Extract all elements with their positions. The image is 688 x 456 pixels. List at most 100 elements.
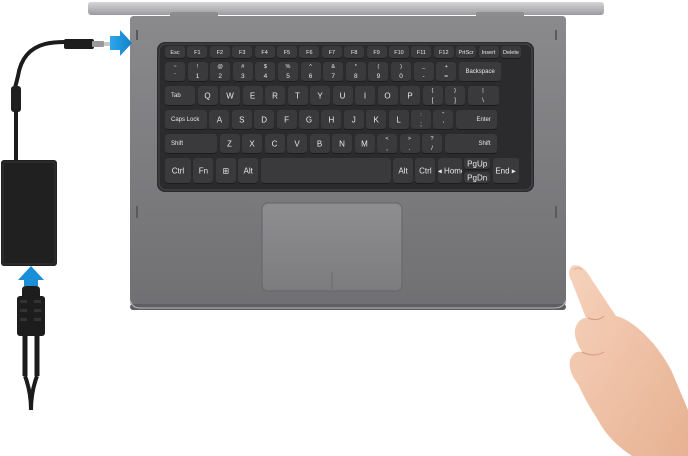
key-o-label: O <box>384 91 391 101</box>
key-symbol[interactable]: }] <box>445 86 465 106</box>
key-prtscr[interactable]: PrtScr <box>456 46 477 59</box>
key-symbol[interactable]: _ - <box>413 62 434 82</box>
key-f4[interactable]: F4 <box>254 46 275 59</box>
key-m[interactable]: M <box>354 134 375 154</box>
key-shift[interactable]: Shift <box>444 134 497 154</box>
key-1-shift-label: ! <box>196 64 199 70</box>
key-f12[interactable]: F12 <box>433 46 454 59</box>
key-symbol[interactable]: ~ ` <box>165 62 185 82</box>
key-symbol-shift-label: | <box>482 88 484 94</box>
key-u[interactable]: U <box>332 86 353 106</box>
key-5[interactable]: % 5 <box>278 62 298 82</box>
key-9-shift-label: ( <box>377 64 380 70</box>
key-symbol[interactable]: " ' <box>433 110 454 130</box>
key-ctrl[interactable]: Ctrl <box>165 158 191 184</box>
key-d-label: D <box>261 115 268 125</box>
key-1[interactable]: ! 1 <box>187 62 208 82</box>
key-caps-lock-label: Caps Lock <box>171 117 200 123</box>
key-n-label: N <box>339 139 345 149</box>
key-shift[interactable]: Shift <box>165 134 217 154</box>
key-8[interactable]: * 8 <box>345 62 366 82</box>
key-x[interactable]: X <box>242 134 262 154</box>
key-symbol[interactable]: ? / <box>422 134 442 154</box>
key-k[interactable]: K <box>366 110 387 130</box>
key-caps-lock[interactable]: Caps Lock <box>165 110 207 130</box>
key-s[interactable]: S <box>231 110 252 130</box>
key-esc[interactable]: Esc <box>165 46 185 59</box>
power-cord <box>17 286 45 411</box>
key-fn[interactable]: Fn <box>193 158 214 184</box>
key-alt-label: Alt <box>398 166 408 176</box>
key-0[interactable]: ) 0 <box>391 62 411 82</box>
key-tab[interactable]: Tab <box>165 86 195 106</box>
key-6[interactable]: ^ 6 <box>300 62 321 82</box>
key-5-shift-label: % <box>285 64 291 70</box>
key-8-label: 8 <box>353 73 358 80</box>
key-2[interactable]: @2 <box>210 62 231 82</box>
key-symbol-shift-label: ? <box>430 136 434 142</box>
key-f7[interactable]: F7 <box>321 46 342 59</box>
key-b[interactable]: B <box>309 134 330 154</box>
key-f10[interactable]: F10 <box>389 46 409 59</box>
key-symbol[interactable]: {[ <box>422 86 443 106</box>
key-2-label: 2 <box>218 73 222 80</box>
key-f2[interactable]: F2 <box>209 46 230 59</box>
key-alt[interactable]: Alt <box>393 158 413 184</box>
key-m-label: M <box>361 139 368 149</box>
key-t[interactable]: T <box>287 86 308 106</box>
key-n[interactable]: N <box>332 134 352 154</box>
key-pgup[interactable]: PgUp <box>464 158 491 170</box>
key-home-label: ◂ Home <box>437 166 462 176</box>
key-4[interactable]: $4 <box>255 62 276 82</box>
key-backspace[interactable]: Backspace <box>458 62 501 82</box>
key-f[interactable]: F <box>276 110 297 130</box>
key-symbol[interactable]: >. <box>399 134 420 154</box>
key-j[interactable]: J <box>343 110 364 130</box>
key-3[interactable]: #3 <box>232 62 253 82</box>
key-6-shift-label: ^ <box>309 64 312 70</box>
key-9[interactable]: (9 <box>368 62 389 82</box>
key-symbol[interactable]: :; <box>411 110 431 130</box>
key-h[interactable]: H <box>321 110 342 130</box>
key-p[interactable]: P <box>400 86 420 106</box>
key-f6-label: F6 <box>306 49 313 56</box>
key-d[interactable]: D <box>254 110 275 130</box>
key-delete[interactable]: Delete <box>501 46 521 59</box>
key-f9[interactable]: F9 <box>366 46 387 59</box>
key-g[interactable]: G <box>299 110 319 130</box>
key-enter[interactable]: Enter <box>455 110 497 130</box>
key-v[interactable]: V <box>287 134 307 154</box>
key-symbol[interactable] <box>260 158 391 184</box>
key-f11[interactable]: F11 <box>411 46 432 59</box>
key-f10-label: F10 <box>394 49 404 56</box>
key-pgdn[interactable]: PgDn <box>464 172 491 184</box>
key-w[interactable]: W <box>220 86 240 106</box>
key-z[interactable]: Z <box>219 134 240 154</box>
key-q[interactable]: Q <box>197 86 218 106</box>
key-insert[interactable]: Insert <box>478 46 499 59</box>
key-c[interactable]: C <box>264 134 285 154</box>
key-symbol[interactable]: <, <box>377 134 397 154</box>
key-a[interactable]: A <box>209 110 230 130</box>
key-e[interactable]: E <box>242 86 263 106</box>
key-ctrl[interactable]: Ctrl <box>415 158 436 184</box>
key-alt[interactable]: Alt <box>238 158 259 184</box>
key-f1[interactable]: F1 <box>187 46 208 59</box>
key-f5[interactable]: F5 <box>277 46 297 59</box>
key-symbol-shift-label: : <box>420 112 422 118</box>
key-symbol[interactable]: + = <box>436 62 457 82</box>
key-7[interactable]: & 7 <box>323 62 344 82</box>
key-f8[interactable]: F8 <box>344 46 365 59</box>
key-symbol[interactable]: | \ <box>467 86 499 106</box>
key-y[interactable]: Y <box>310 86 330 106</box>
key-r[interactable]: R <box>265 86 285 106</box>
key-symbol-label: , <box>386 145 388 152</box>
key-o[interactable]: O <box>377 86 398 106</box>
key-f6[interactable]: F6 <box>299 46 320 59</box>
key-home[interactable]: ◂ Home <box>437 158 462 184</box>
key-i[interactable]: I <box>355 86 375 106</box>
key-f3[interactable]: F3 <box>232 46 253 59</box>
key-symbol[interactable]: ⊞ <box>215 158 236 184</box>
key-end[interactable]: End ▸ <box>492 158 519 184</box>
key-l[interactable]: L <box>388 110 409 130</box>
